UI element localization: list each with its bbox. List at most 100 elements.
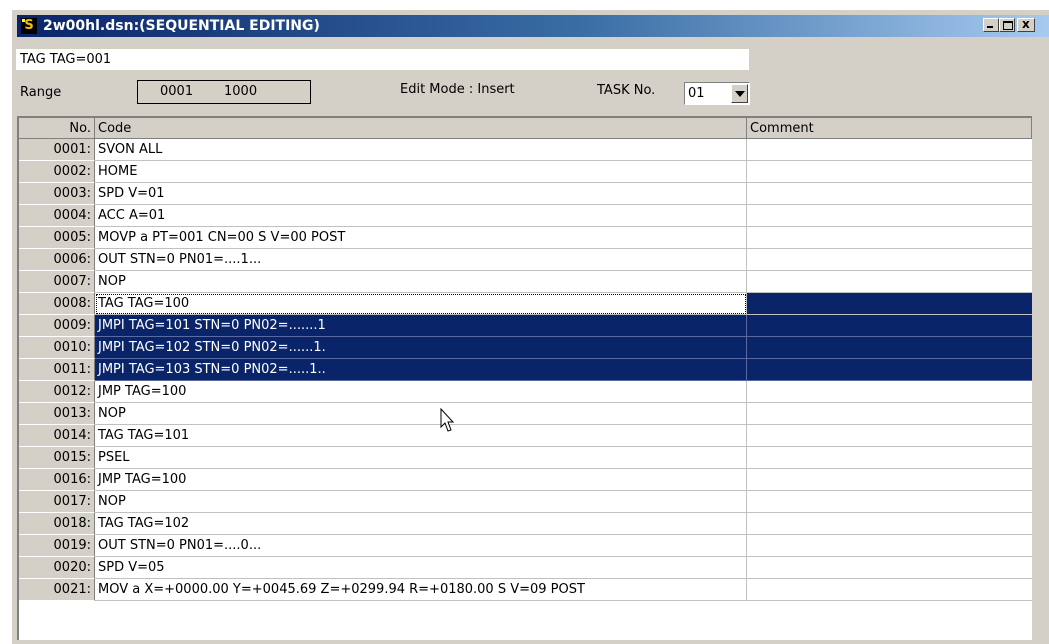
row-number[interactable]: 0020: — [19, 557, 95, 579]
table-row[interactable]: 0017: NOP — [19, 491, 1032, 513]
row-number[interactable]: 0010: — [19, 337, 95, 359]
table-row[interactable]: 0003: SPD V=01 — [19, 183, 1032, 205]
row-number[interactable]: 0011: — [19, 359, 95, 381]
row-comment[interactable] — [747, 271, 1032, 293]
row-code[interactable]: PSEL — [95, 447, 747, 469]
row-number[interactable]: 0015: — [19, 447, 95, 469]
table-row[interactable]: 0001: SVON ALL — [19, 139, 1032, 161]
row-number[interactable]: 0005: — [19, 227, 95, 249]
row-comment[interactable] — [747, 293, 1032, 315]
dropdown-arrow-icon[interactable] — [731, 84, 748, 103]
table-row[interactable]: 0016: JMP TAG=100 — [19, 469, 1032, 491]
title-bar[interactable]: S 2w00hl.dsn:(SEQUENTIAL EDITING) — [17, 15, 1049, 37]
row-comment[interactable] — [747, 183, 1032, 205]
table-row[interactable]: 0018: TAG TAG=102 — [19, 513, 1032, 535]
row-code[interactable]: NOP — [95, 271, 747, 293]
header-no[interactable]: No. — [19, 118, 95, 139]
table-row[interactable]: 0007: NOP — [19, 271, 1032, 293]
row-number[interactable]: 0002: — [19, 161, 95, 183]
row-number[interactable]: 0003: — [19, 183, 95, 205]
row-comment[interactable] — [747, 249, 1032, 271]
row-number[interactable]: 0014: — [19, 425, 95, 447]
table-row[interactable]: 0013: NOP — [19, 403, 1032, 425]
current-line-display[interactable]: TAG TAG=001 — [16, 49, 749, 70]
header-code[interactable]: Code — [95, 118, 747, 139]
row-number[interactable]: 0019: — [19, 535, 95, 557]
row-code[interactable]: JMP TAG=100 — [95, 469, 747, 491]
row-comment[interactable] — [747, 359, 1032, 381]
table-row[interactable]: 0014: TAG TAG=101 — [19, 425, 1032, 447]
row-code[interactable]: JMP TAG=100 — [95, 381, 747, 403]
row-code[interactable]: NOP — [95, 491, 747, 513]
range-field[interactable]: 0001 1000 — [137, 80, 311, 104]
row-code[interactable]: TAG TAG=101 — [95, 425, 747, 447]
row-comment[interactable] — [747, 535, 1032, 557]
header-comment[interactable]: Comment — [747, 118, 1032, 139]
row-number[interactable]: 0018: — [19, 513, 95, 535]
minimize-icon[interactable] — [983, 18, 999, 32]
row-number[interactable]: 0016: — [19, 469, 95, 491]
row-code[interactable]: MOV a X=+0000.00 Y=+0045.69 Z=+0299.94 R… — [95, 579, 747, 601]
row-code[interactable]: JMPI TAG=101 STN=0 PN02=.......1 — [95, 315, 747, 337]
table-row[interactable]: 0021: MOV a X=+0000.00 Y=+0045.69 Z=+0299… — [19, 579, 1032, 601]
row-code[interactable]: OUT STN=0 PN01=....1... — [95, 249, 747, 271]
table-row[interactable]: 0012: JMP TAG=100 — [19, 381, 1032, 403]
row-number[interactable]: 0017: — [19, 491, 95, 513]
task-no-label: TASK No. — [597, 83, 656, 98]
row-number[interactable]: 0013: — [19, 403, 95, 425]
row-comment[interactable] — [747, 161, 1032, 183]
row-code[interactable]: SPD V=05 — [95, 557, 747, 579]
row-comment[interactable] — [747, 513, 1032, 535]
table-row[interactable]: 0005: MOVP a PT=001 CN=00 S V=00 POST — [19, 227, 1032, 249]
table-row[interactable]: 0008: TAG TAG=100 — [19, 293, 1032, 315]
row-comment[interactable] — [747, 315, 1032, 337]
row-code[interactable]: ACC A=01 — [95, 205, 747, 227]
row-number[interactable]: 0001: — [19, 139, 95, 161]
table-row[interactable]: 0019: OUT STN=0 PN01=....0... — [19, 535, 1032, 557]
table-row[interactable]: 0020: SPD V=05 — [19, 557, 1032, 579]
row-number[interactable]: 0004: — [19, 205, 95, 227]
row-number[interactable]: 0012: — [19, 381, 95, 403]
table-row[interactable]: 0004: ACC A=01 — [19, 205, 1032, 227]
row-number[interactable]: 0009: — [19, 315, 95, 337]
row-comment[interactable] — [747, 557, 1032, 579]
row-comment[interactable] — [747, 227, 1032, 249]
maximize-icon[interactable] — [999, 18, 1015, 32]
app-s-icon: S — [21, 18, 37, 34]
table-row[interactable]: 0006: OUT STN=0 PN01=....1... — [19, 249, 1032, 271]
row-code[interactable]: SVON ALL — [95, 139, 747, 161]
table-row[interactable]: 0015: PSEL — [19, 447, 1032, 469]
row-code[interactable]: NOP — [95, 403, 747, 425]
grid-header: No. Code Comment — [19, 118, 1032, 139]
row-comment[interactable] — [747, 403, 1032, 425]
row-number[interactable]: 0008: — [19, 293, 95, 315]
row-comment[interactable] — [747, 381, 1032, 403]
row-number[interactable]: 0006: — [19, 249, 95, 271]
row-code[interactable]: OUT STN=0 PN01=....0... — [95, 535, 747, 557]
table-row[interactable]: 0002: HOME — [19, 161, 1032, 183]
range-end: 1000 — [224, 84, 258, 99]
row-number[interactable]: 0007: — [19, 271, 95, 293]
row-code[interactable]: HOME — [95, 161, 747, 183]
close-icon[interactable] — [1017, 17, 1035, 32]
row-code[interactable]: SPD V=01 — [95, 183, 747, 205]
row-code[interactable]: TAG TAG=102 — [95, 513, 747, 535]
table-row[interactable]: 0009: JMPI TAG=101 STN=0 PN02=.......1 — [19, 315, 1032, 337]
task-no-select[interactable]: 01 — [684, 82, 750, 105]
table-row[interactable]: 0010: JMPI TAG=102 STN=0 PN02=......1. — [19, 337, 1032, 359]
table-row[interactable]: 0011: JMPI TAG=103 STN=0 PN02=.....1.. — [19, 359, 1032, 381]
row-comment[interactable] — [747, 205, 1032, 227]
row-comment[interactable] — [747, 447, 1032, 469]
row-comment[interactable] — [747, 337, 1032, 359]
row-comment[interactable] — [747, 139, 1032, 161]
row-code[interactable]: JMPI TAG=102 STN=0 PN02=......1. — [95, 337, 747, 359]
row-number[interactable]: 0021: — [19, 579, 95, 601]
row-code[interactable]: MOVP a PT=001 CN=00 S V=00 POST — [95, 227, 747, 249]
row-code[interactable]: JMPI TAG=103 STN=0 PN02=.....1.. — [95, 359, 747, 381]
row-comment[interactable] — [747, 579, 1032, 601]
row-comment[interactable] — [747, 491, 1032, 513]
row-code[interactable]: TAG TAG=100 — [95, 293, 747, 315]
window-title: 2w00hl.dsn:(SEQUENTIAL EDITING) — [43, 18, 320, 34]
row-comment[interactable] — [747, 425, 1032, 447]
row-comment[interactable] — [747, 469, 1032, 491]
